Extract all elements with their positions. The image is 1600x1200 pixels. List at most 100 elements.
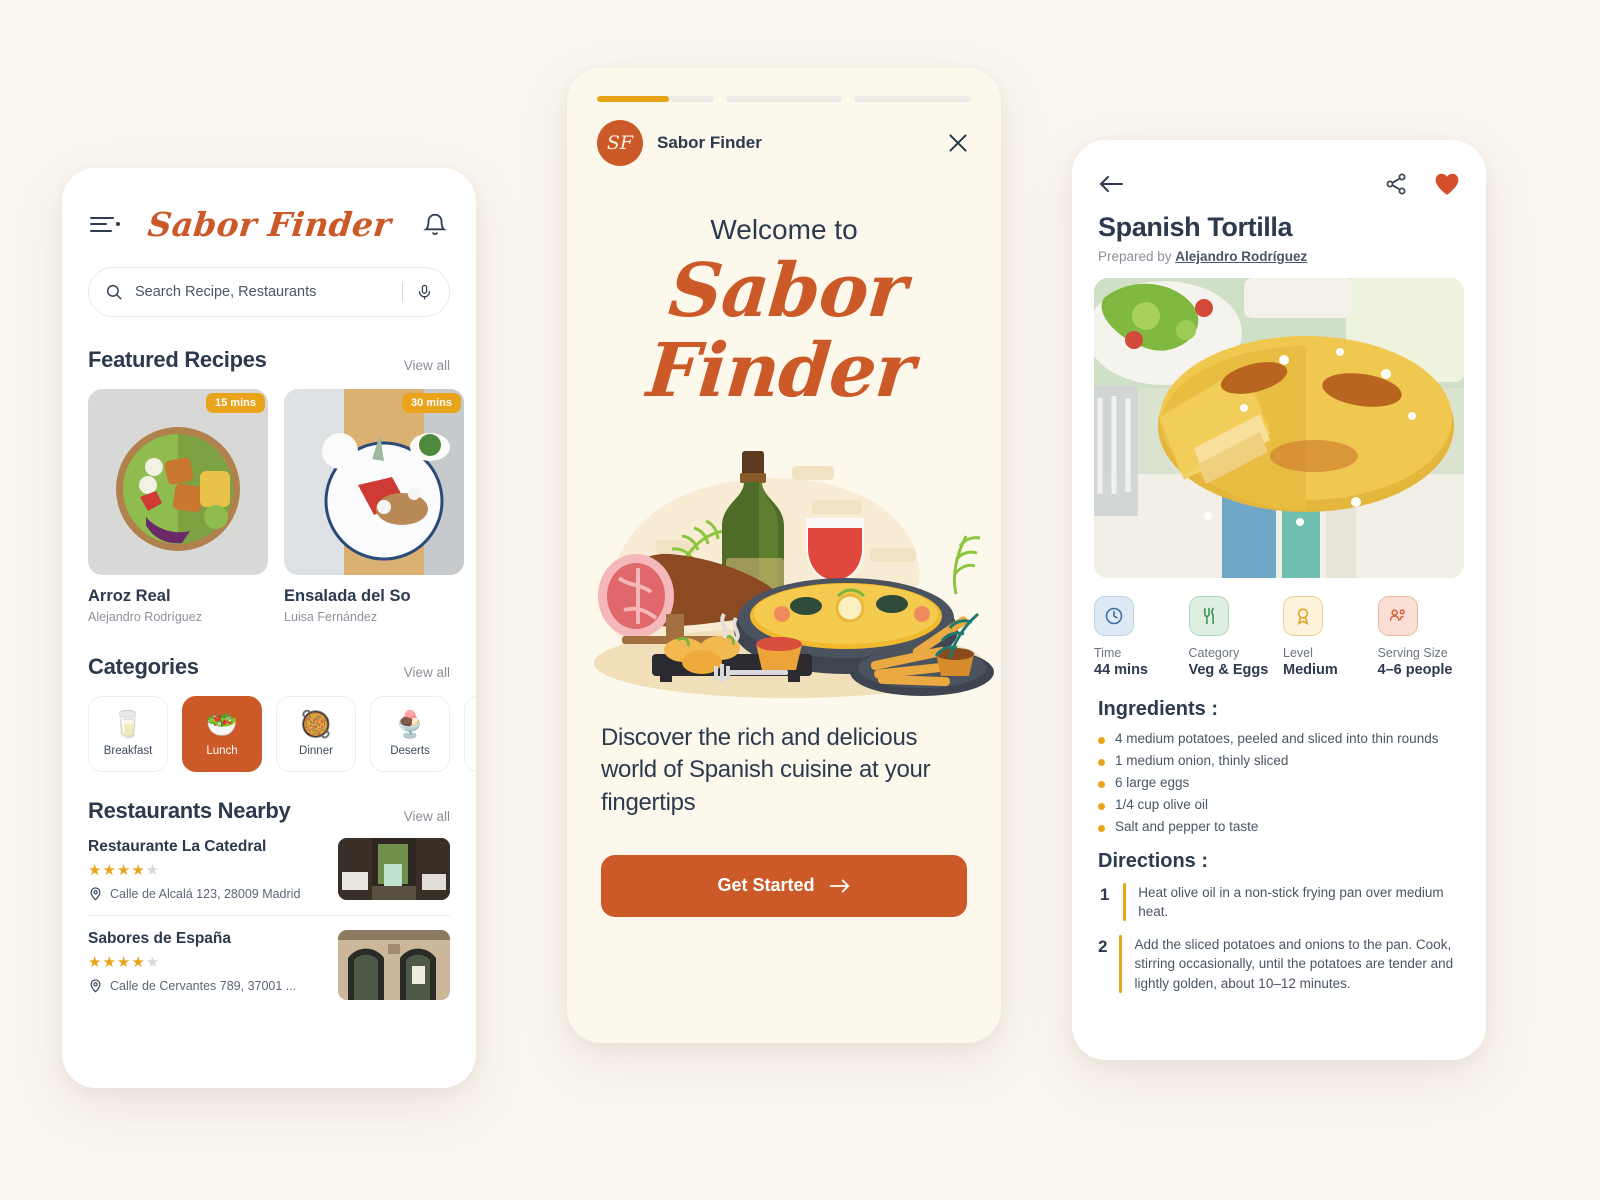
menu-icon[interactable] (90, 216, 120, 234)
medal-icon (1297, 608, 1309, 626)
restaurant-name: Sabores de España (88, 930, 232, 947)
ingredients-list: 4 medium potatoes, peeled and sliced int… (1098, 731, 1460, 834)
recipe-prepared-by: Prepared by Alejandro Rodríguez (1098, 249, 1460, 264)
ingredient-text: Salt and pepper to taste (1115, 819, 1259, 834)
get-started-label: Get Started (717, 875, 815, 896)
recipe-author: Luisa Fernández (284, 610, 378, 624)
meta-value: 44 mins (1094, 662, 1148, 678)
arrow-right-icon (829, 879, 850, 893)
restaurant-list-item[interactable]: Sabores de España ★★★★★ Calle de Cervant… (88, 930, 450, 1000)
recipe-name: Ensalada del So (284, 587, 411, 605)
list-item: 1 Heat olive oil in a non-stick frying p… (1098, 883, 1460, 922)
categories-view-all[interactable]: View all (404, 665, 450, 680)
category-lunch[interactable]: 🥗 Lunch (182, 696, 262, 772)
directions-title: Directions : (1098, 850, 1209, 872)
dinner-icon: 🥘 (299, 709, 333, 739)
restaurant-thumbnail (338, 838, 450, 900)
featured-recipe-list: 15 mins Arroz Real Alejandro Rodríguez 3… (88, 389, 464, 624)
favorite-heart-icon[interactable] (1434, 172, 1460, 196)
restaurant-name: Restaurante La Catedral (88, 838, 267, 855)
recipe-time-badge: 30 mins (402, 393, 461, 413)
recipe-card[interactable]: 15 mins Arroz Real Alejandro Rodríguez (88, 389, 268, 624)
category-dinner[interactable]: 🥘 Dinner (276, 696, 356, 772)
category-label: Dinner (299, 745, 333, 757)
list-item: 6 large eggs (1098, 775, 1460, 790)
meta-serving-size: Serving Size 4–6 people (1377, 596, 1465, 678)
list-item: Salt and pepper to taste (1098, 819, 1460, 834)
meta-time: Time 44 mins (1094, 596, 1181, 678)
spanish-food-illustration (567, 418, 1001, 708)
recipe-image (284, 389, 464, 575)
recipe-author-link[interactable]: Alejandro Rodríguez (1175, 249, 1307, 264)
recipe-topbar (1072, 140, 1486, 196)
ingredient-text: 4 medium potatoes, peeled and sliced int… (1115, 731, 1439, 746)
close-icon[interactable] (945, 130, 971, 156)
step-accent-bar (1123, 883, 1127, 922)
featured-section-header: Featured Recipes View all (88, 347, 450, 373)
list-item: 4 medium potatoes, peeled and sliced int… (1098, 731, 1460, 746)
search-input[interactable]: Search Recipe, Restaurants (135, 284, 402, 300)
category-breakfast[interactable]: 🥛 Breakfast (88, 696, 168, 772)
search-bar[interactable]: Search Recipe, Restaurants (88, 267, 450, 317)
progress-step-1[interactable] (597, 96, 714, 102)
category-label: Deserts (390, 745, 430, 757)
bullet-icon (1098, 781, 1105, 788)
meta-key: Category (1188, 646, 1240, 660)
app-name-label: Sabor Finder (657, 133, 762, 152)
ingredient-text: 1/4 cup olive oil (1115, 797, 1209, 812)
people-icon (1389, 609, 1405, 621)
notification-bell-icon[interactable] (422, 211, 448, 239)
recipe-title: Spanish Tortilla (1098, 212, 1293, 242)
step-text: Heat olive oil in a non-stick frying pan… (1138, 885, 1444, 920)
meta-category: Category Veg & Eggs (1188, 596, 1276, 678)
featured-view-all[interactable]: View all (404, 358, 450, 373)
meta-value: Medium (1283, 662, 1338, 678)
ingredient-text: 1 medium onion, thinly sliced (1115, 753, 1289, 768)
restaurant-address-row: Calle de Cervantes 789, 37001 ... (88, 978, 328, 993)
restaurant-address: Calle de Alcalá 123, 28009 Madrid (110, 886, 301, 901)
category-next-partial[interactable] (464, 696, 476, 772)
clock-icon (1105, 607, 1123, 625)
location-pin-icon (90, 979, 101, 993)
get-started-button[interactable]: Get Started (601, 854, 967, 917)
list-item: 2 Add the sliced potatoes and onions to … (1098, 935, 1460, 993)
directions-list: 1 Heat olive oil in a non-stick frying p… (1098, 883, 1460, 993)
welcome-wordmark: Sabor Finder (643, 248, 918, 414)
onboarding-progress (567, 68, 1001, 102)
search-divider (402, 282, 403, 302)
restaurants-view-all[interactable]: View all (404, 809, 450, 824)
welcome-subtitle: Discover the rich and delicious world of… (601, 723, 931, 816)
category-label: Breakfast (103, 745, 153, 757)
restaurant-list-item[interactable]: Restaurante La Catedral ★★★★★ Calle de A… (88, 838, 450, 901)
share-icon[interactable] (1384, 172, 1408, 196)
progress-step-3[interactable] (854, 96, 972, 102)
recipe-name: Arroz Real (88, 587, 171, 605)
app-logo-text: Sabor Finder (145, 205, 393, 244)
welcome-eyebrow: Welcome to (710, 214, 858, 245)
recipe-detail-screen: Spanish Tortilla Prepared by Alejandro R… (1072, 140, 1486, 1060)
restaurant-thumbnail (338, 930, 450, 1000)
meta-key: Serving Size (1377, 646, 1448, 660)
category-deserts[interactable]: 🍨 Deserts (370, 696, 450, 772)
step-number: 2 (1098, 937, 1108, 957)
recipe-meta-row: Time 44 mins Category Veg & Eggs Level M… (1094, 596, 1464, 678)
recipe-time-badge: 15 mins (206, 393, 265, 413)
recipe-actions (1384, 172, 1460, 196)
home-topbar: Sabor Finder (62, 168, 476, 244)
restaurants-title: Restaurants Nearby (88, 798, 291, 823)
restaurant-info: Restaurante La Catedral ★★★★★ Calle de A… (88, 838, 328, 901)
progress-step-2[interactable] (725, 96, 843, 102)
recipe-card[interactable]: 30 mins Ensalada del So Luisa Fernández (284, 389, 464, 624)
location-pin-icon (90, 887, 101, 901)
microphone-icon[interactable] (416, 283, 433, 302)
bullet-icon (1098, 803, 1105, 810)
recipe-hero-image (1094, 278, 1464, 578)
search-icon (106, 284, 122, 300)
bullet-icon (1098, 737, 1105, 744)
onboarding-header: SF Sabor Finder (567, 102, 1001, 166)
canvas: Sabor Finder Search Recipe, Restaurants … (0, 0, 1600, 1200)
category-list: 🥛 Breakfast 🥗 Lunch 🥘 Dinner 🍨 Deserts (88, 696, 476, 772)
back-arrow-icon[interactable] (1098, 174, 1124, 194)
ingredient-text: 6 large eggs (1115, 775, 1190, 790)
rating-stars: ★★★★★ (88, 862, 161, 879)
